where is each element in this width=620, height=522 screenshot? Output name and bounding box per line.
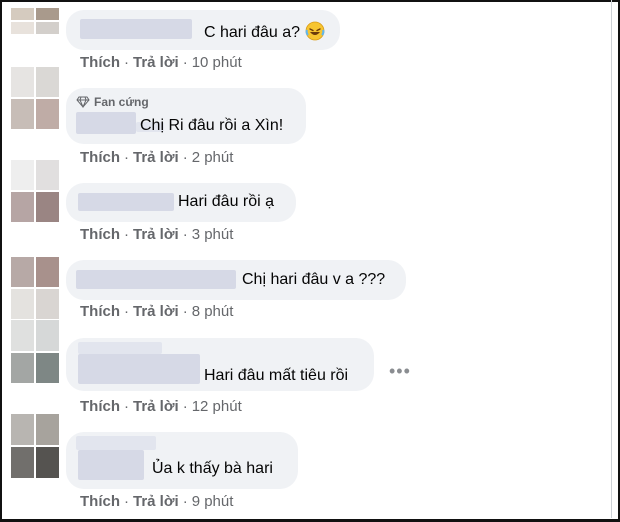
avatar-pixel (11, 160, 34, 190)
reply-button[interactable]: Trả lời (133, 303, 179, 320)
separator: · (124, 493, 129, 510)
comment-text: Hari đâu rồi ạ (178, 193, 275, 210)
comment-text: Ủa k thấy bà hari (152, 460, 273, 477)
redacted-username (78, 342, 162, 354)
timestamp[interactable]: 2 phút (192, 149, 234, 166)
avatar-pixel (36, 320, 59, 351)
comment-bubble: Chị hari đâu v a ??? (66, 260, 406, 300)
separator: · (124, 54, 129, 71)
separator: · (124, 226, 129, 243)
avatar-pixel (36, 447, 59, 478)
reply-button[interactable]: Trả lời (133, 54, 179, 71)
reply-button[interactable]: Trả lời (133, 493, 179, 510)
separator: · (124, 398, 129, 415)
timestamp[interactable]: 9 phút (192, 493, 234, 510)
like-button[interactable]: Thích (80, 493, 120, 510)
redacted-username (80, 19, 192, 39)
comment-text: C hari đâu a? (204, 21, 325, 42)
avatar-pixel (36, 160, 59, 190)
reply-button[interactable]: Trả lời (133, 398, 179, 415)
comment-bubble: C hari đâu a? (66, 10, 340, 50)
reply-button[interactable]: Trả lời (133, 226, 179, 243)
avatar[interactable] (11, 160, 59, 222)
comment-actions: Thích · Trả lời · 2 phút (80, 149, 233, 166)
separator: · (182, 398, 188, 415)
separator: · (182, 54, 188, 71)
scrollbar-track[interactable] (611, 0, 612, 518)
comment-bubble: Fan cứng Chị Ri đâu rồi a Xìn! (66, 88, 306, 144)
timestamp[interactable]: 12 phút (192, 398, 242, 415)
redacted-username (76, 436, 156, 450)
separator: · (124, 149, 129, 166)
avatar-pixel (11, 320, 34, 351)
like-button[interactable]: Thích (80, 149, 120, 166)
fan-badge: Fan cứng (76, 95, 149, 109)
avatar-pixel (36, 289, 59, 319)
comment-actions: Thích · Trả lời · 12 phút (80, 398, 242, 415)
avatar-pixel (36, 67, 59, 97)
avatar-pixel (36, 192, 59, 222)
avatar[interactable] (11, 257, 59, 319)
separator: · (182, 303, 188, 320)
like-button[interactable]: Thích (80, 226, 120, 243)
separator: · (124, 303, 129, 320)
comment-bubble: Ủa k thấy bà hari (66, 432, 298, 489)
separator: · (182, 226, 188, 243)
avatar-pixel (36, 257, 59, 287)
avatar-pixel (11, 414, 34, 445)
like-button[interactable]: Thích (80, 303, 120, 320)
avatar-pixel (36, 8, 59, 20)
avatar-pixel (36, 99, 59, 129)
diamond-icon (76, 96, 90, 108)
avatar[interactable] (11, 414, 59, 478)
redacted-username (78, 193, 174, 211)
comment-actions: Thích · Trả lời · 10 phút (80, 54, 242, 71)
comment-text: Chị Ri đâu rồi a Xìn! (140, 117, 284, 134)
avatar-pixel (11, 289, 34, 319)
avatar[interactable] (11, 8, 59, 34)
redacted-username (78, 354, 200, 384)
redacted-username (76, 270, 236, 289)
redacted-username (76, 112, 136, 134)
comment-bubble: Hari đâu rồi ạ (66, 183, 296, 222)
timestamp[interactable]: 10 phút (192, 54, 242, 71)
avatar[interactable] (11, 320, 59, 383)
reply-button[interactable]: Trả lời (133, 149, 179, 166)
timestamp[interactable]: 8 phút (192, 303, 234, 320)
avatar-pixel (11, 67, 34, 97)
like-button[interactable]: Thích (80, 54, 120, 71)
avatar-pixel (11, 352, 34, 383)
avatar[interactable] (11, 67, 59, 129)
redacted-username (78, 450, 144, 480)
timestamp[interactable]: 3 phút (192, 226, 234, 243)
comment-actions: Thích · Trả lời · 3 phút (80, 226, 233, 243)
comment-actions: Thích · Trả lời · 9 phút (80, 493, 233, 510)
separator: · (182, 493, 188, 510)
badge-label: Fan cứng (94, 95, 149, 109)
comment-text: Hari đâu mất tiêu rồi (204, 367, 349, 384)
avatar-pixel (11, 257, 34, 287)
more-options-button[interactable]: ••• (389, 361, 411, 382)
avatar-pixel (11, 192, 34, 222)
avatar-pixel (11, 99, 34, 129)
comment-actions: Thích · Trả lời · 8 phút (80, 303, 233, 320)
avatar-pixel (36, 352, 59, 383)
avatar-pixel (11, 22, 34, 34)
rolling-laughing-emoji-icon (305, 21, 324, 41)
avatar-pixel (36, 22, 59, 34)
like-button[interactable]: Thích (80, 398, 120, 415)
comment-text-content: C hari đâu a? (204, 24, 301, 41)
comment-text: Chị hari đâu v a ??? (242, 271, 386, 288)
comment-bubble: Hari đâu mất tiêu rồi (66, 338, 374, 391)
avatar-pixel (36, 414, 59, 445)
avatar-pixel (11, 447, 34, 478)
avatar-pixel (11, 8, 34, 20)
separator: · (182, 149, 188, 166)
